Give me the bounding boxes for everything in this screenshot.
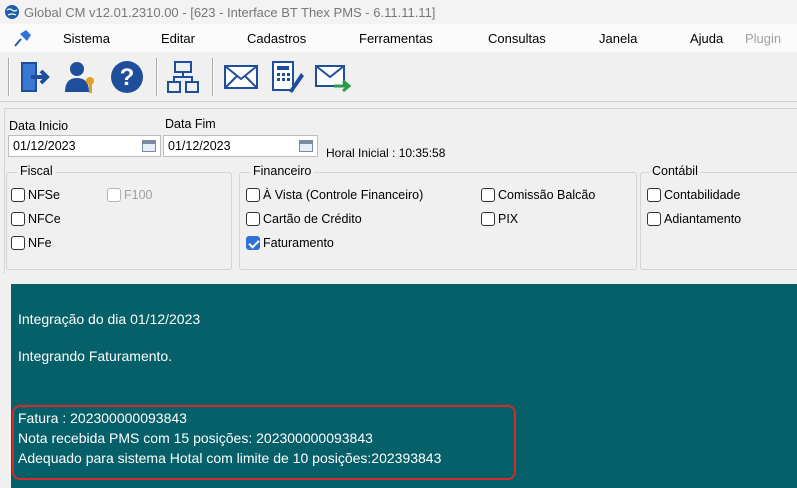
toolbar-separator bbox=[212, 58, 214, 96]
log-line: Integrando Faturamento. bbox=[18, 348, 173, 364]
menu-consultas[interactable]: Consultas bbox=[488, 31, 546, 46]
comissao-balcao-label: Comissão Balcão bbox=[498, 188, 596, 202]
contabil-group: Contábil Contabilidade Adiantamento bbox=[640, 164, 797, 270]
pix-label: PIX bbox=[498, 212, 519, 226]
calculator-doc-button[interactable] bbox=[266, 56, 308, 98]
menu-sistema[interactable]: Sistema bbox=[63, 31, 110, 46]
data-fim-label: Data Fim bbox=[165, 117, 216, 131]
help-button[interactable]: ? bbox=[106, 56, 148, 98]
menu-editar[interactable]: Editar bbox=[161, 31, 195, 46]
contabil-group-title: Contábil bbox=[649, 164, 701, 178]
financeiro-group: Financeiro À Vista (Controle Financeiro)… bbox=[239, 164, 637, 270]
mail-icon bbox=[224, 65, 258, 89]
window-title: Global CM v12.01.2310.00 - [623 - Interf… bbox=[24, 4, 436, 20]
f100-checkbox: F100 bbox=[107, 188, 153, 202]
data-fim-value: 01/12/2023 bbox=[168, 139, 231, 153]
checkbox-box bbox=[481, 212, 495, 226]
sitemap-button[interactable] bbox=[162, 56, 204, 98]
svg-text:?: ? bbox=[120, 64, 135, 91]
menu-ferramentas[interactable]: Ferramentas bbox=[359, 31, 433, 46]
menu-bar: Sistema Editar Cadastros Ferramentas Con… bbox=[0, 24, 797, 52]
faturamento-checkbox[interactable]: Faturamento bbox=[246, 236, 334, 250]
cartao-credito-label: Cartão de Crédito bbox=[263, 212, 362, 226]
menu-cadastros[interactable]: Cadastros bbox=[247, 31, 306, 46]
data-inicio-value: 01/12/2023 bbox=[13, 139, 76, 153]
f100-label: F100 bbox=[124, 188, 153, 202]
mail-send-button[interactable] bbox=[312, 56, 354, 98]
exit-icon bbox=[21, 62, 50, 92]
a-vista-checkbox[interactable]: À Vista (Controle Financeiro) bbox=[246, 188, 423, 202]
toolbar-separator bbox=[8, 58, 10, 96]
user-key-button[interactable] bbox=[60, 56, 102, 98]
adiantamento-label: Adiantamento bbox=[664, 212, 742, 226]
title-bar: Global CM v12.01.2310.00 - [623 - Interf… bbox=[0, 0, 797, 24]
calendar-icon[interactable] bbox=[142, 140, 156, 152]
contabilidade-checkbox[interactable]: Contabilidade bbox=[647, 188, 740, 202]
data-inicio-label: Data Inicio bbox=[9, 119, 69, 133]
faturamento-label: Faturamento bbox=[263, 236, 334, 250]
integration-log[interactable]: Integração do dia 01/12/2023 Integrando … bbox=[11, 284, 797, 488]
menu-janela[interactable]: Janela bbox=[599, 31, 637, 46]
checkbox-box bbox=[246, 212, 260, 226]
filter-panel: Data Inicio 01/12/2023 Data Fim 01/12/20… bbox=[4, 108, 797, 274]
highlight-box bbox=[12, 405, 516, 480]
financeiro-group-title: Financeiro bbox=[250, 164, 315, 178]
nfce-checkbox[interactable]: NFCe bbox=[11, 212, 61, 226]
mail-send-icon bbox=[315, 65, 352, 93]
checkbox-box bbox=[11, 188, 25, 202]
app-globe-icon bbox=[5, 5, 19, 19]
calculator-doc-icon bbox=[272, 61, 304, 93]
checkbox-box bbox=[11, 212, 25, 226]
checkbox-box-checked bbox=[246, 236, 260, 250]
pin-icon[interactable] bbox=[12, 28, 34, 48]
fiscal-group-title: Fiscal bbox=[17, 164, 56, 178]
calendar-icon[interactable] bbox=[299, 140, 313, 152]
horal-inicial-label: Horal Inicial : 10:35:58 bbox=[326, 146, 446, 160]
menu-ajuda[interactable]: Ajuda bbox=[690, 31, 723, 46]
checkbox-box bbox=[647, 188, 661, 202]
nfse-label: NFSe bbox=[28, 188, 60, 202]
nfse-checkbox[interactable]: NFSe bbox=[11, 188, 60, 202]
toolbar: ? bbox=[0, 52, 797, 102]
toolbar-separator bbox=[156, 58, 158, 96]
checkbox-box bbox=[246, 188, 260, 202]
exit-button[interactable] bbox=[14, 56, 56, 98]
nfe-checkbox[interactable]: NFe bbox=[11, 236, 52, 250]
contabilidade-label: Contabilidade bbox=[664, 188, 741, 202]
checkbox-box bbox=[647, 212, 661, 226]
pix-checkbox[interactable]: PIX bbox=[481, 212, 518, 226]
fiscal-group: Fiscal NFSe F100 NFCe NFe bbox=[6, 164, 232, 270]
cartao-credito-checkbox[interactable]: Cartão de Crédito bbox=[246, 212, 362, 226]
nfce-label: NFCe bbox=[28, 212, 61, 226]
help-icon: ? bbox=[111, 61, 143, 93]
user-key-icon bbox=[65, 62, 94, 93]
sitemap-icon bbox=[167, 61, 199, 93]
checkbox-box bbox=[481, 188, 495, 202]
comissao-balcao-checkbox[interactable]: Comissão Balcão bbox=[481, 188, 595, 202]
a-vista-label: À Vista (Controle Financeiro) bbox=[263, 188, 424, 202]
mail-button[interactable] bbox=[220, 56, 262, 98]
adiantamento-checkbox[interactable]: Adiantamento bbox=[647, 212, 741, 226]
data-fim-field[interactable]: 01/12/2023 bbox=[163, 135, 318, 157]
checkbox-box bbox=[107, 188, 121, 202]
data-inicio-field[interactable]: 01/12/2023 bbox=[8, 135, 161, 157]
checkbox-box bbox=[11, 236, 25, 250]
menu-plugin: Plugin bbox=[745, 31, 782, 46]
nfe-label: NFe bbox=[28, 236, 52, 250]
log-line: Integração do dia 01/12/2023 bbox=[18, 311, 201, 327]
